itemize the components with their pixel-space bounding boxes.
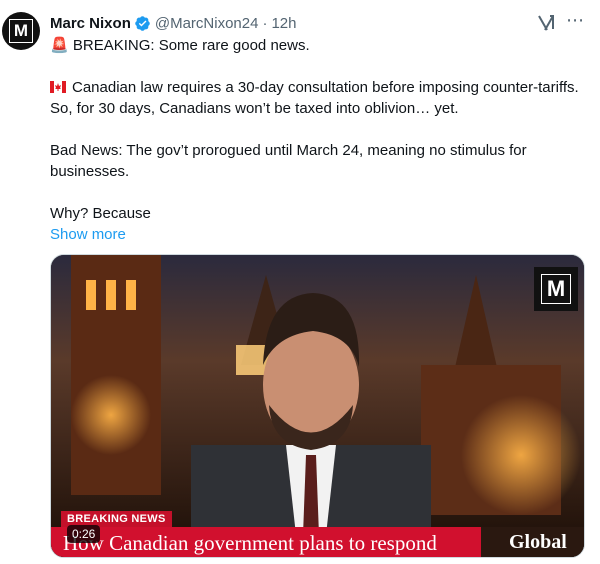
watermark-letter: M bbox=[541, 274, 571, 304]
tweet-paragraph-4: Why? Because bbox=[50, 205, 151, 222]
video-player[interactable]: M BREAKING NEWS How Canadian government … bbox=[50, 254, 585, 558]
network-name: Global bbox=[509, 531, 567, 553]
network-logo: Global bbox=[481, 527, 584, 557]
tweet-paragraph-3: Bad News: The gov’t prorogued until Marc… bbox=[50, 142, 527, 180]
video-timer: 0:26 bbox=[67, 525, 101, 543]
show-more-link[interactable]: Show more bbox=[50, 224, 590, 245]
siren-icon: 🚨 bbox=[50, 37, 69, 54]
tweet-text: 🚨 BREAKING: Some rare good news. Canadia… bbox=[50, 35, 590, 245]
tweet-paragraph-2: Canadian law requires a 30-day consultat… bbox=[50, 77, 590, 119]
tweet-line-1: 🚨 BREAKING: Some rare good news. bbox=[50, 35, 590, 56]
author-avatar[interactable]: M bbox=[2, 12, 40, 50]
watermark-logo: M bbox=[534, 267, 578, 311]
tweet-paragraph-2-text: Canadian law requires a 30-day consultat… bbox=[50, 79, 579, 117]
tweet-breaking-text: BREAKING: Some rare good news. bbox=[72, 37, 310, 54]
avatar-logo: M bbox=[9, 19, 33, 43]
verified-badge-icon bbox=[135, 15, 150, 31]
separator-dot: · bbox=[262, 14, 268, 32]
canada-flag-icon bbox=[50, 81, 66, 93]
author-handle[interactable]: @MarcNixon24 bbox=[155, 15, 259, 32]
tweet-header: Marc Nixon @MarcNixon24 · 12h bbox=[50, 12, 296, 34]
more-options-icon[interactable]: ⋯ bbox=[566, 10, 585, 31]
video-headline: How Canadian government plans to respond bbox=[63, 531, 437, 555]
timestamp[interactable]: 12h bbox=[271, 15, 296, 32]
author-name[interactable]: Marc Nixon bbox=[50, 15, 131, 32]
